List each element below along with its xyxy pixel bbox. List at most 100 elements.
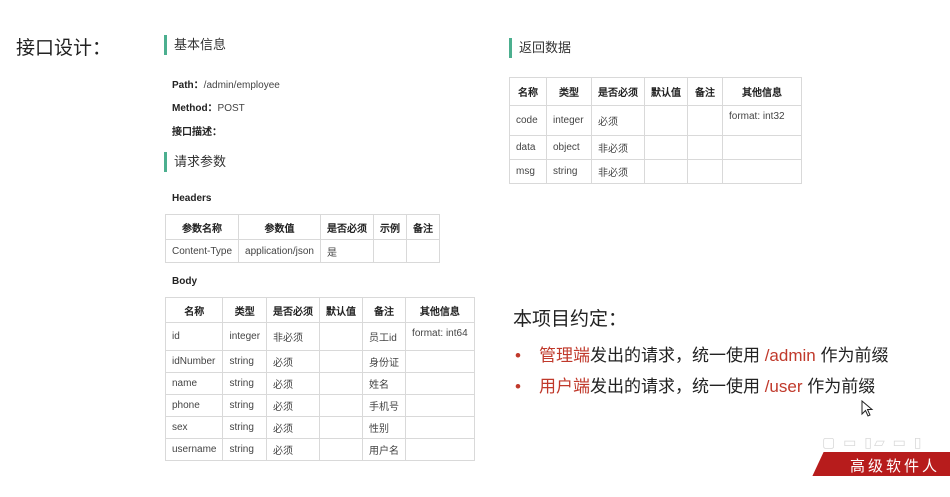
table-cell: format: int64: [405, 322, 475, 351]
response-title: 返回数据: [509, 38, 571, 58]
convention-text: 发出的请求，统一使用: [589, 377, 765, 396]
convention-title: 本项目约定：: [513, 309, 628, 330]
table-cell: 手机号: [362, 394, 407, 417]
table-cell: [405, 416, 475, 439]
table-row: phone string 必须 手机号: [164, 394, 475, 417]
desc-row: 接口描述：: [172, 123, 222, 138]
table-cell: [405, 438, 475, 461]
path-label: Path：: [172, 80, 204, 91]
table-cell: string: [222, 372, 268, 395]
brand-banner-text: 高级软件人才: [850, 457, 941, 496]
table-cell: msg: [509, 159, 547, 184]
convention-item: • 管理端发出的请求，统一使用 /admin 作为前缀: [515, 341, 888, 366]
table-cell: 必须: [266, 350, 321, 373]
table-cell: id: [164, 322, 224, 351]
page-label: 接口设计：: [16, 38, 112, 59]
table-cell: application/json: [238, 239, 321, 263]
table-cell: integer: [546, 105, 592, 136]
col-header: 是否必须: [591, 77, 645, 106]
table-cell: [405, 372, 475, 395]
table-cell: [687, 159, 723, 184]
convention-highlight: 用户端: [538, 377, 590, 396]
col-header: 备注: [687, 77, 723, 106]
table-cell: Content-Type: [164, 239, 240, 263]
bullet-icon: •: [515, 346, 521, 365]
table-cell: integer: [222, 322, 268, 351]
table-cell: 必须: [266, 394, 321, 417]
col-header: 备注: [405, 214, 440, 240]
table-cell: sex: [164, 416, 224, 439]
table-cell: [372, 239, 407, 263]
col-header: 备注: [362, 297, 407, 323]
table-cell: [687, 135, 723, 160]
table-cell: 是: [319, 239, 374, 263]
table-cell: [644, 159, 688, 184]
table-cell: [687, 105, 723, 136]
table-cell: [405, 350, 475, 373]
body-label: Body: [172, 276, 197, 287]
table-row: code integer 必须 format: int32: [509, 105, 802, 136]
table-cell: 员工id: [362, 322, 407, 351]
col-header: 是否必须: [319, 214, 374, 240]
path-row: Path：/admin/employee: [172, 76, 280, 91]
table-cell: [319, 322, 364, 351]
table-cell: idNumber: [164, 350, 224, 373]
table-cell: string: [222, 416, 268, 439]
table-cell: [722, 159, 802, 184]
col-header: 名称: [509, 77, 547, 106]
table-row: id integer 非必须 员工id format: int64: [164, 322, 475, 351]
body-table: 名称 类型 是否必须 默认值 备注 其他信息 id integer 非必须 员工…: [164, 297, 475, 461]
table-cell: 用户名: [362, 438, 407, 461]
table-cell: 必须: [591, 105, 645, 136]
table-cell: string: [222, 350, 268, 373]
table-cell: [405, 239, 440, 263]
col-header: 其他信息: [722, 77, 802, 106]
table-cell: string: [546, 159, 592, 184]
col-header: 是否必须: [266, 297, 321, 323]
convention-highlight: 管理端: [538, 346, 590, 365]
headers-table: 参数名称 参数值 是否必须 示例 备注 Content-Type applica…: [164, 214, 440, 263]
convention-path: /admin: [764, 346, 816, 365]
watermark-icon: ▢ ▭ ▯▱ ▭ ▯: [822, 434, 924, 450]
response-table-head: 名称 类型 是否必须 默认值 备注 其他信息: [509, 77, 802, 106]
request-params-title: 请求参数: [164, 152, 226, 172]
table-cell: 必须: [266, 438, 321, 461]
table-cell: [319, 438, 364, 461]
col-header: 参数值: [238, 214, 321, 240]
col-header: 名称: [164, 297, 224, 323]
table-cell: 非必须: [591, 135, 645, 160]
col-header: 类型: [222, 297, 268, 323]
bullet-icon: •: [515, 377, 521, 396]
table-cell: [319, 350, 364, 373]
col-header: 类型: [546, 77, 592, 106]
table-cell: 姓名: [362, 372, 407, 395]
col-header: 参数名称: [164, 214, 240, 240]
col-header: 默认值: [319, 297, 364, 323]
table-cell: format: int32: [722, 105, 802, 136]
table-cell: phone: [164, 394, 224, 417]
table-cell: 必须: [266, 372, 321, 395]
table-cell: [722, 135, 802, 160]
table-cell: 必须: [266, 416, 321, 439]
response-table: 名称 类型 是否必须 默认值 备注 其他信息 code integer 必须 f…: [509, 77, 802, 184]
headers-table-head: 参数名称 参数值 是否必须 示例 备注: [164, 214, 440, 240]
table-cell: string: [222, 438, 268, 461]
table-cell: 非必须: [591, 159, 645, 184]
table-row: username string 必须 用户名: [164, 438, 475, 461]
table-cell: [319, 394, 364, 417]
convention-tail: 作为前缀: [815, 346, 889, 365]
method-label: Method：: [172, 103, 218, 114]
mouse-cursor-icon: [861, 400, 874, 417]
method-row: Method：POST: [172, 99, 245, 114]
table-cell: 性别: [362, 416, 407, 439]
table-cell: 非必须: [266, 322, 321, 351]
basic-info-title: 基本信息: [164, 35, 226, 55]
body-table-head: 名称 类型 是否必须 默认值 备注 其他信息: [164, 297, 475, 323]
table-cell: code: [509, 105, 547, 136]
table-cell: data: [509, 135, 547, 160]
table-cell: string: [222, 394, 268, 417]
table-cell: name: [164, 372, 224, 395]
convention-path: /user: [764, 377, 803, 396]
col-header: 默认值: [644, 77, 688, 106]
table-cell: object: [546, 135, 592, 160]
